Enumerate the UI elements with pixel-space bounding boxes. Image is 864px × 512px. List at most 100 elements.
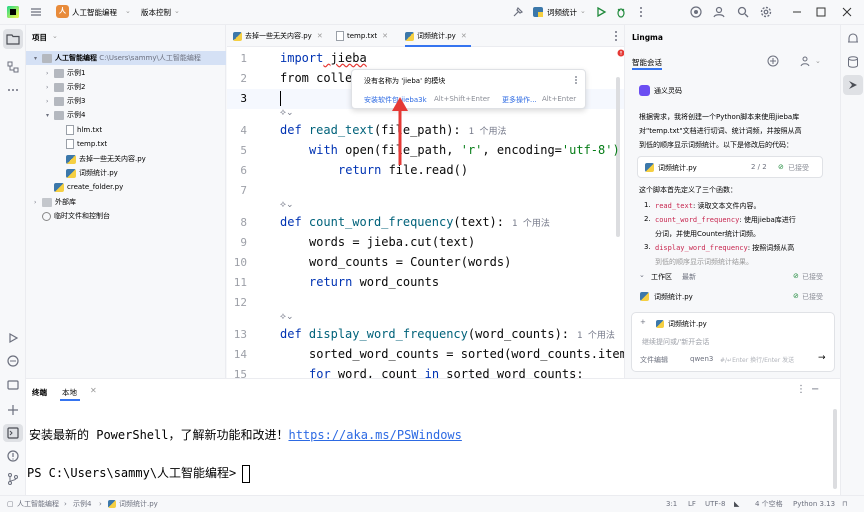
workspace-file[interactable]: 词频统计.py xyxy=(654,292,693,302)
file-card[interactable]: 词频统计.py 2 / 2 ⊘ 已接受 xyxy=(637,156,823,178)
tab-file[interactable]: temp.txt ✕ xyxy=(336,25,388,47)
send-arrow-icon[interactable]: → xyxy=(818,353,826,363)
line-number: 14 xyxy=(233,348,247,361)
code-line: return word_counts xyxy=(309,275,440,289)
python-console-icon[interactable] xyxy=(6,378,20,392)
terminal-prompt[interactable]: PS C:\Users\sammy\人工智能编程> xyxy=(27,464,251,483)
breadcrumb-item[interactable]: 人工智能编程 xyxy=(17,496,59,512)
git-branch-icon[interactable] xyxy=(6,472,20,486)
tree-item-file[interactable]: temp.txt xyxy=(66,137,107,151)
settings-gear-icon[interactable] xyxy=(759,5,773,19)
python-file-icon xyxy=(645,163,654,172)
more-actions-link[interactable]: 更多操作... xyxy=(502,95,537,105)
tab-file-active[interactable]: 词频统计.py ✕ xyxy=(405,25,471,47)
more-vertical-icon[interactable] xyxy=(634,5,648,19)
line-number: 9 xyxy=(240,236,247,249)
chat-input-placeholder[interactable]: 继续提问或/'新开会话 xyxy=(642,337,709,347)
tree-item-folder[interactable]: › 示例3 xyxy=(46,94,85,108)
tree-item-folder[interactable]: ▾ 示例4 xyxy=(46,108,85,122)
tab-local[interactable]: 本地 xyxy=(62,387,77,398)
left-tool-strip xyxy=(0,25,26,495)
main-menu-icon[interactable] xyxy=(29,5,43,19)
mode-select[interactable]: 文件编辑 xyxy=(640,355,668,365)
breadcrumb-item[interactable]: 词频统计.py xyxy=(119,496,158,512)
lingma-icon[interactable] xyxy=(846,78,860,92)
tree-item-file[interactable]: hlm.txt xyxy=(66,123,102,137)
project-name[interactable]: 人工智能编程 xyxy=(72,7,117,18)
indent-setting[interactable]: 4 个空格 xyxy=(755,496,783,512)
line-number: 3 xyxy=(240,92,247,105)
app-logo-icon xyxy=(7,6,19,18)
project-badge[interactable]: 人 xyxy=(56,5,69,18)
chat-input-box[interactable]: + 词频统计.py 继续提问或/'新开会话 文件编辑 qwen3 #/↵Ente… xyxy=(631,312,835,372)
line-number: 11 xyxy=(233,276,247,289)
send-hint: #/↵Enter 换行/Enter 发送 xyxy=(720,357,795,364)
tree-item-root[interactable]: ▾ 人工智能编程 C:\Users\sammy\人工智能编程 xyxy=(34,51,201,65)
caret-position[interactable]: 3:1 xyxy=(666,496,677,512)
list-bullet: 2. xyxy=(644,215,651,223)
title-bar: 人 人工智能编程 ⌄ 版本控制 ⌄ 词频统计 ⌄ xyxy=(0,0,864,25)
lock-icon[interactable]: ⊓ xyxy=(842,496,847,512)
ai-hint-icon[interactable]: ⟡⌄ xyxy=(280,108,294,118)
scrollbar[interactable] xyxy=(833,409,837,489)
line-separator[interactable]: LF xyxy=(688,496,696,512)
debug-icon[interactable] xyxy=(614,5,628,19)
more-vertical-icon[interactable] xyxy=(610,30,622,42)
close-icon[interactable] xyxy=(840,5,854,19)
add-context-plus-icon[interactable]: + xyxy=(640,318,646,326)
context-file-chip[interactable]: 词频统计.py xyxy=(668,319,707,329)
ai-assistant-icon[interactable] xyxy=(689,5,703,19)
database-icon[interactable] xyxy=(846,55,860,69)
tree-item-folder[interactable]: › 示例2 xyxy=(46,80,85,94)
tree-item-folder[interactable]: › 示例1 xyxy=(46,66,85,80)
project-panel: 项目 ⌄ ▾ 人工智能编程 C:\Users\sammy\人工智能编程 › 示例1 … xyxy=(26,25,226,378)
line-number: 5 xyxy=(240,144,247,157)
more-tools-icon[interactable] xyxy=(6,83,20,97)
terminal-icon[interactable] xyxy=(6,426,20,440)
tree-item-file[interactable]: create_folder.py xyxy=(54,180,123,194)
services-icon[interactable] xyxy=(6,403,20,417)
run-config[interactable]: 词频统计 xyxy=(547,7,577,18)
python-packages-icon[interactable] xyxy=(6,354,20,368)
tab-chat[interactable]: 智能会话 xyxy=(632,57,662,68)
notifications-bell-icon[interactable] xyxy=(846,32,860,46)
run-icon[interactable] xyxy=(594,5,608,19)
workspace-sort[interactable]: 最新 xyxy=(682,272,696,282)
tree-item-file[interactable]: 词频统计.py xyxy=(66,166,118,180)
more-vertical-icon[interactable] xyxy=(572,75,580,85)
ai-hint-icon[interactable]: ⟡⌄ xyxy=(280,312,294,322)
error-indicator-icon[interactable] xyxy=(617,49,624,57)
tree-item-external-libs[interactable]: › 外部库 xyxy=(34,195,76,209)
workspace-label[interactable]: 工作区 xyxy=(651,272,672,282)
file-encoding[interactable]: UTF-8 xyxy=(705,496,725,512)
build-hammer-icon[interactable] xyxy=(511,5,525,19)
breadcrumb-separator: › xyxy=(64,500,67,508)
breadcrumb-project-icon: ▢ xyxy=(7,500,14,508)
more-vertical-icon[interactable]: ⋮ xyxy=(796,384,806,395)
vcs-label[interactable]: 版本控制 xyxy=(141,7,171,18)
maximize-icon[interactable] xyxy=(814,5,828,19)
account-icon[interactable] xyxy=(712,5,726,19)
close-tab-icon[interactable]: ✕ xyxy=(90,386,97,395)
chevron-down-icon: ⌄ xyxy=(125,7,131,15)
lingma-status-icon[interactable]: ◣ xyxy=(734,496,739,512)
model-select[interactable]: qwen3 xyxy=(690,355,713,363)
breadcrumb-item[interactable]: 示例4 xyxy=(73,496,91,512)
tab-file[interactable]: 去掉一些无关内容.py ✕ xyxy=(233,25,323,47)
minimize-panel-icon[interactable]: − xyxy=(811,384,819,395)
minimize-icon[interactable] xyxy=(790,5,804,19)
structure-icon[interactable] xyxy=(6,60,20,74)
search-icon[interactable] xyxy=(736,5,750,19)
ps-link[interactable]: https://aka.ms/PSWindows xyxy=(288,428,461,442)
tree-item-scratches[interactable]: 临时文件和控制台 xyxy=(42,209,110,223)
assistant-name: 通义灵码 xyxy=(654,87,682,95)
ai-hint-icon[interactable]: ⟡⌄ xyxy=(280,200,294,210)
scrollbar[interactable] xyxy=(616,77,620,237)
python-interpreter[interactable]: Python 3.13 xyxy=(793,496,835,512)
run-tool-icon[interactable] xyxy=(6,331,20,345)
user-icon[interactable] xyxy=(799,55,811,67)
new-chat-plus-icon[interactable] xyxy=(767,55,779,67)
tree-item-file[interactable]: 去掉一些无关内容.py xyxy=(66,152,146,166)
project-folder-icon[interactable] xyxy=(6,32,20,46)
problems-icon[interactable] xyxy=(6,449,20,463)
